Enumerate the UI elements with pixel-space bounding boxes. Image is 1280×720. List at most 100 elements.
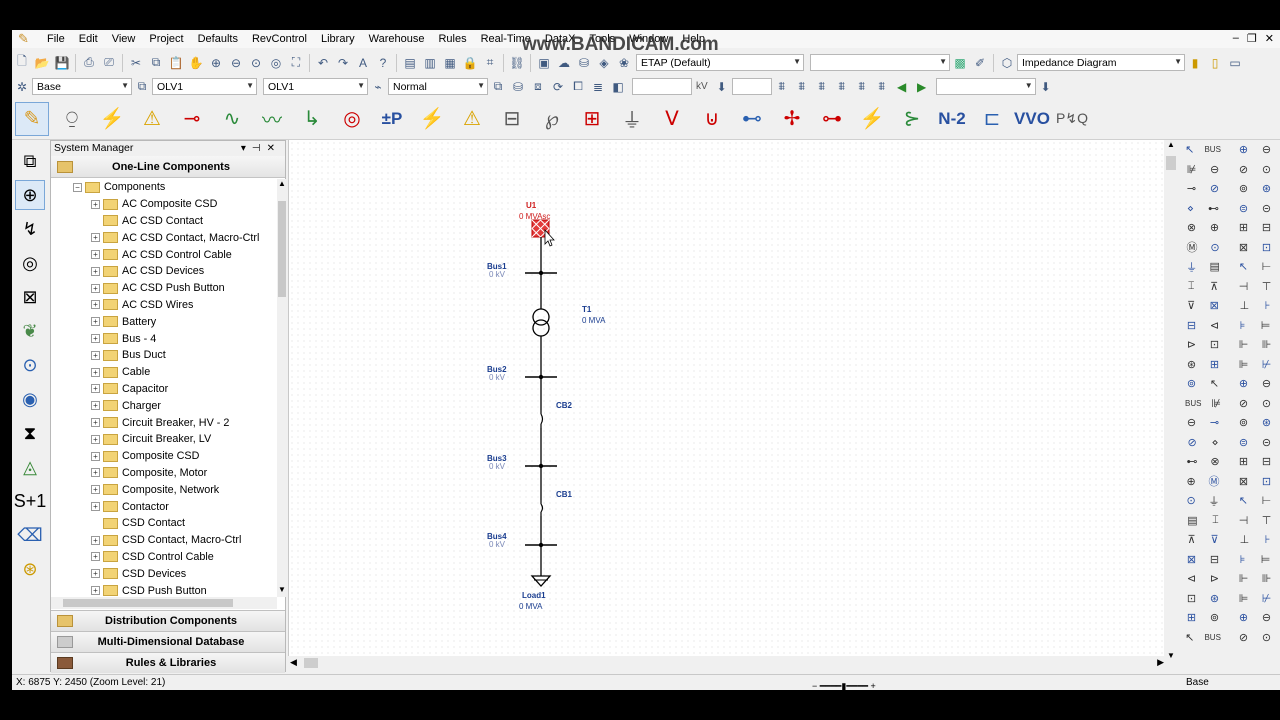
instrument-element-icon[interactable]: ⊞ xyxy=(1239,221,1248,234)
zoom-window-icon[interactable]: ◎ xyxy=(267,54,285,72)
tree-view-icon[interactable]: ❦ xyxy=(15,316,45,346)
ac-element-icon[interactable]: ⊸ xyxy=(1210,416,1219,429)
ac-element-icon[interactable]: ⊛ xyxy=(1210,592,1219,605)
menu-defaults[interactable]: Defaults xyxy=(191,30,245,48)
ac-element-icon[interactable]: ↖ xyxy=(1210,377,1219,390)
arrow-down2-icon[interactable]: ⬇ xyxy=(1037,78,1055,96)
contingency-icon[interactable]: ⊱ xyxy=(895,102,929,136)
instrument-element-icon[interactable]: ⊟ xyxy=(1262,455,1271,468)
bus-color-icon[interactable]: ⩩ xyxy=(773,78,791,96)
instrument-element-icon[interactable]: ⊥ xyxy=(1240,533,1250,546)
menu-project[interactable]: Project xyxy=(142,30,190,48)
close-icon[interactable]: ✕ xyxy=(1265,32,1274,45)
arc-flash-icon[interactable]: ⚠ xyxy=(135,102,169,136)
menu-edit[interactable]: Edit xyxy=(72,30,105,48)
instrument-element-icon[interactable]: ↖ xyxy=(1239,260,1248,273)
ac-element-icon[interactable]: ⊸ xyxy=(1187,182,1196,195)
ac-element-icon[interactable]: ⊞ xyxy=(1187,611,1196,624)
ac-element-icon[interactable]: ⊽ xyxy=(1210,533,1218,546)
zoom-extents-icon[interactable]: ⛶ xyxy=(287,54,305,72)
instrument-element-icon[interactable]: ⊞ xyxy=(1239,455,1248,468)
tree-horizontal-scrollbar[interactable] xyxy=(51,597,277,609)
expand-icon[interactable]: + xyxy=(91,418,100,428)
instrument-element-icon[interactable]: ⊨ xyxy=(1261,553,1271,566)
print-icon[interactable]: ⎙ xyxy=(80,54,98,72)
motor-start-icon[interactable]: ⊸ xyxy=(175,102,209,136)
ac-element-icon[interactable]: ⊳ xyxy=(1187,338,1196,351)
undo-icon[interactable]: ↶ xyxy=(314,54,332,72)
tree-item[interactable]: + CSD Devices xyxy=(51,565,277,582)
sync-icon[interactable]: ⟳ xyxy=(549,78,567,96)
cable-thermal-icon[interactable]: ⊷ xyxy=(735,102,769,136)
link-icon[interactable]: ⛓ xyxy=(508,54,526,72)
instrument-element-icon[interactable]: ⊟ xyxy=(1262,221,1271,234)
ac-element-icon[interactable]: ⊼ xyxy=(1210,280,1218,293)
canvas-vertical-scrollbar[interactable]: ▲ ▼ xyxy=(1164,140,1178,660)
kv-input[interactable] xyxy=(632,78,692,95)
tree-item[interactable]: + AC CSD Push Button xyxy=(51,280,277,297)
expand-icon[interactable]: + xyxy=(91,199,100,209)
instrument-element-icon[interactable]: ⊖ xyxy=(1262,611,1271,624)
bus-color3-icon[interactable]: ⩩ xyxy=(813,78,831,96)
continuity-icon[interactable]: ⌗ xyxy=(481,54,499,72)
cable-icon[interactable]: ⊙ xyxy=(15,350,45,380)
ac-element-icon[interactable]: ⊖ xyxy=(1210,163,1219,176)
menu-rules[interactable]: Rules xyxy=(431,30,473,48)
menu-revcontrol[interactable]: RevControl xyxy=(245,30,314,48)
ac-element-icon[interactable]: ⊘ xyxy=(1187,436,1196,449)
canvas-horizontal-scrollbar[interactable]: ◀ ▶ xyxy=(288,656,1166,670)
instrument-element-icon[interactable]: ⊤ xyxy=(1262,280,1272,293)
tree-item[interactable]: + Circuit Breaker, LV xyxy=(51,431,277,448)
cable-pulling-icon[interactable]: Ⅴ xyxy=(655,102,689,136)
ac-element-icon[interactable]: ⊙ xyxy=(1210,241,1219,254)
scroll-thumb[interactable] xyxy=(63,599,233,607)
expand-icon[interactable]: + xyxy=(91,350,100,360)
switching-sequence-icon[interactable]: ✢ xyxy=(775,102,809,136)
instrument-element-icon[interactable]: ⊦ xyxy=(1265,299,1271,312)
instrument-element-icon[interactable]: ⊖ xyxy=(1262,143,1271,156)
instrument-element-icon[interactable]: ⊝ xyxy=(1262,202,1271,215)
scroll-thumb[interactable] xyxy=(304,658,318,668)
expand-icon[interactable]: + xyxy=(91,485,100,495)
instrument-element-icon[interactable]: ⊝ xyxy=(1262,436,1271,449)
layers-icon[interactable]: ≣ xyxy=(589,78,607,96)
library-combo[interactable]: ETAP (Default) ▼ xyxy=(636,54,804,71)
protection-coordination-icon[interactable]: ⊶ xyxy=(815,102,849,136)
config-gear-icon[interactable]: ✲ xyxy=(13,78,31,96)
instrument-element-icon[interactable]: ⊨ xyxy=(1261,319,1271,332)
ac-element-icon[interactable]: ↖ xyxy=(1185,143,1194,156)
instrument-element-icon[interactable]: ⊬ xyxy=(1262,358,1272,371)
tree-item[interactable]: CSD Contact xyxy=(51,515,277,532)
cable-ampacity-icon[interactable]: ⊍ xyxy=(695,102,729,136)
eyedropper-icon[interactable]: ✐ xyxy=(971,54,989,72)
ground-grid-icon[interactable]: ⏚ xyxy=(615,102,649,136)
sld-icon[interactable]: S+1 xyxy=(14,486,47,516)
project-tree-icon[interactable]: ⧉ xyxy=(15,146,45,176)
tree-item[interactable]: + Contactor xyxy=(51,498,277,515)
one-line-diagram-canvas[interactable]: U1 0 MVAsc Bus1 0 kV T1 0 MVA Bus2 0 kV … xyxy=(288,140,1166,660)
instrument-element-icon[interactable]: ⊬ xyxy=(1262,592,1272,605)
bus-color6-icon[interactable]: ⩩ xyxy=(873,78,891,96)
star-protection-icon[interactable]: ↳ xyxy=(295,102,329,136)
expand-icon[interactable]: + xyxy=(91,451,100,461)
scroll-thumb[interactable] xyxy=(1166,156,1176,170)
instrument-element-icon[interactable]: ⊜ xyxy=(1239,436,1248,449)
ac-element-icon[interactable]: ⊷ xyxy=(1208,202,1219,215)
menu-warehouse[interactable]: Warehouse xyxy=(362,30,432,48)
ac-element-icon[interactable]: ⌶ xyxy=(1212,514,1219,527)
compare-icon[interactable]: ⧠ xyxy=(569,78,587,96)
railway-icon[interactable]: ⊏ xyxy=(975,102,1009,136)
zoom-out-icon[interactable]: ⊖ xyxy=(227,54,245,72)
short-circuit-icon[interactable]: ⚡ xyxy=(95,102,129,136)
gis-map-icon[interactable]: ◬ xyxy=(15,452,45,482)
instrument-element-icon[interactable]: ⊘ xyxy=(1239,397,1248,410)
instrument-element-icon[interactable]: ⊡ xyxy=(1262,475,1271,488)
color-combo[interactable] xyxy=(731,78,772,95)
instrument-element-icon[interactable]: ⊛ xyxy=(1262,182,1271,195)
instrument-element-icon[interactable]: ⊘ xyxy=(1239,163,1248,176)
tree-root[interactable]: − Components xyxy=(51,179,277,196)
configuration-combo[interactable]: Base ▼ xyxy=(32,78,132,95)
zoom-slider[interactable]: − ━━━━▮━━━━ + xyxy=(812,678,892,690)
empty-combo[interactable]: ▼ xyxy=(810,54,950,71)
distribution-components-header[interactable]: Distribution Components xyxy=(51,610,285,631)
